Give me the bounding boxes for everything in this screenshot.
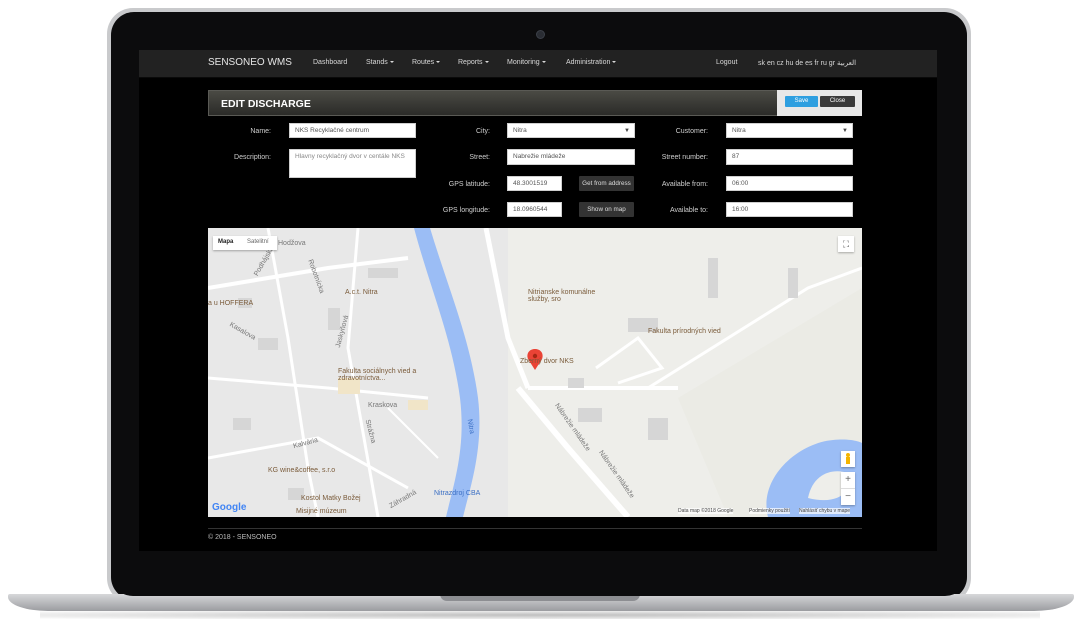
map-footer-report[interactable]: Nahlásiť chybu v mape <box>799 508 851 514</box>
nav-administration-label: Administration <box>566 59 611 66</box>
caret-down-icon <box>389 61 394 64</box>
map-label-kg: KG wine&coffee, s.r.o <box>268 467 336 474</box>
name-label: Name: <box>250 128 271 135</box>
nav-routes-label: Routes <box>412 59 435 66</box>
laptop-chin <box>111 574 967 596</box>
navbar: SENSONEO WMS Dashboard Stands Routes Rep… <box>139 50 937 78</box>
map-label-hoffera: a u HOFFERA <box>208 300 254 307</box>
customer-label: Customer: <box>675 128 708 135</box>
map-label-services: Nitrianske komunálne služby, sro <box>528 289 596 303</box>
street-field[interactable]: Nabrežie mládeže <box>507 149 635 165</box>
nav-administration[interactable]: Administration <box>566 59 617 66</box>
street-label: Street: <box>469 154 490 161</box>
customer-select[interactable]: Nitra ▼ <box>726 123 853 138</box>
app-screen: SENSONEO WMS Dashboard Stands Routes Rep… <box>139 50 937 551</box>
map[interactable]: A.c.t. Nitra Nitrianske komunálne služby… <box>208 228 862 517</box>
nav-monitoring-label: Monitoring <box>507 59 540 66</box>
available-from-field[interactable]: 06:00 <box>726 176 853 191</box>
page-title: EDIT DISCHARGE <box>221 98 311 110</box>
map-footer-terms[interactable]: Podmienky použití <box>749 508 790 514</box>
available-to-label: Available to: <box>669 207 708 214</box>
map-type-toggle: Mapa Satelitní <box>213 236 277 250</box>
get-from-address-button[interactable]: Get from address <box>579 176 634 191</box>
laptop-shadow <box>40 611 1040 619</box>
panel-header: EDIT DISCHARGE <box>208 90 862 116</box>
gps-latitude-field[interactable]: 48.3001519 <box>507 176 562 191</box>
map-tab-map[interactable]: Mapa <box>218 239 233 245</box>
nav-logout[interactable]: Logout <box>716 59 737 66</box>
pegman-svg <box>846 453 850 464</box>
language-switcher[interactable]: sk en cz hu de es fr ru gr العربية <box>758 59 856 67</box>
zoom-in-icon[interactable]: + <box>841 472 855 489</box>
available-from-label: Available from: <box>661 181 708 188</box>
city-select[interactable]: Nitra ▼ <box>507 123 635 138</box>
pegman-icon[interactable] <box>841 451 855 467</box>
name-field[interactable]: NKS Recyklačné centrum <box>289 123 416 138</box>
camera-icon <box>536 30 545 39</box>
caret-down-icon <box>484 61 489 64</box>
map-label-faculty-nat: Fakulta prírodných vied <box>648 328 721 335</box>
map-label-dvor: Zberný dvor NKS <box>520 358 574 365</box>
gps-longitude-label: GPS longitude: <box>442 207 490 214</box>
nav-stands-label: Stands <box>366 59 388 66</box>
nav-stands[interactable]: Stands <box>366 59 394 66</box>
google-logo: Google <box>212 502 247 513</box>
map-label-faculty-soc: Fakulta sociálnych vied a zdravotníctva.… <box>338 368 417 382</box>
street-number-field[interactable]: 87 <box>726 149 853 165</box>
close-button[interactable]: Close <box>820 96 855 107</box>
street-number-label: Street number: <box>661 154 708 161</box>
nav-reports-label: Reports <box>458 59 483 66</box>
nav-reports[interactable]: Reports <box>458 59 489 66</box>
customer-value: Nitra <box>732 127 746 134</box>
map-label-kraskova: Kraskova <box>368 402 398 409</box>
nav-routes[interactable]: Routes <box>412 59 441 66</box>
map-label-kostol: Kostol Matky Božej <box>301 495 361 502</box>
footer-divider <box>208 528 862 529</box>
caret-down-icon <box>436 61 441 64</box>
gps-longitude-field[interactable]: 18.0960544 <box>507 202 562 217</box>
zoom-out-icon[interactable]: − <box>841 489 855 505</box>
brand[interactable]: SENSONEO WMS <box>208 57 292 68</box>
description-label: Description: <box>234 154 271 161</box>
chevron-down-icon: ▼ <box>842 128 848 134</box>
zoom-control: + − <box>841 472 855 505</box>
description-field[interactable]: Hlavny recyklačný dvor v centále NKS <box>289 149 416 178</box>
map-footer-data: Data map ©2018 Google <box>678 508 734 514</box>
map-label-hodzova: Hodžova <box>278 240 306 247</box>
nav-dashboard[interactable]: Dashboard <box>313 59 347 66</box>
available-to-field[interactable]: 16:00 <box>726 202 853 217</box>
fullscreen-icon[interactable]: ⛶ <box>838 236 854 252</box>
gps-latitude-label: GPS latitude: <box>448 181 490 188</box>
footer-text: © 2018 - SENSONEO <box>208 534 277 541</box>
show-on-map-button[interactable]: Show on map <box>579 202 634 217</box>
city-label: City: <box>476 128 490 135</box>
caret-down-icon <box>541 61 546 64</box>
city-value: Nitra <box>513 127 527 134</box>
map-label-misijne: Misijné múzeum <box>296 508 347 515</box>
save-button[interactable]: Save <box>785 96 818 107</box>
map-label-cba: Nitrazdroj CBA <box>434 490 481 497</box>
nav-monitoring[interactable]: Monitoring <box>507 59 546 66</box>
map-label-act: A.c.t. Nitra <box>345 289 378 296</box>
caret-down-icon <box>612 61 617 64</box>
map-tab-satellite[interactable]: Satelitní <box>247 239 269 245</box>
